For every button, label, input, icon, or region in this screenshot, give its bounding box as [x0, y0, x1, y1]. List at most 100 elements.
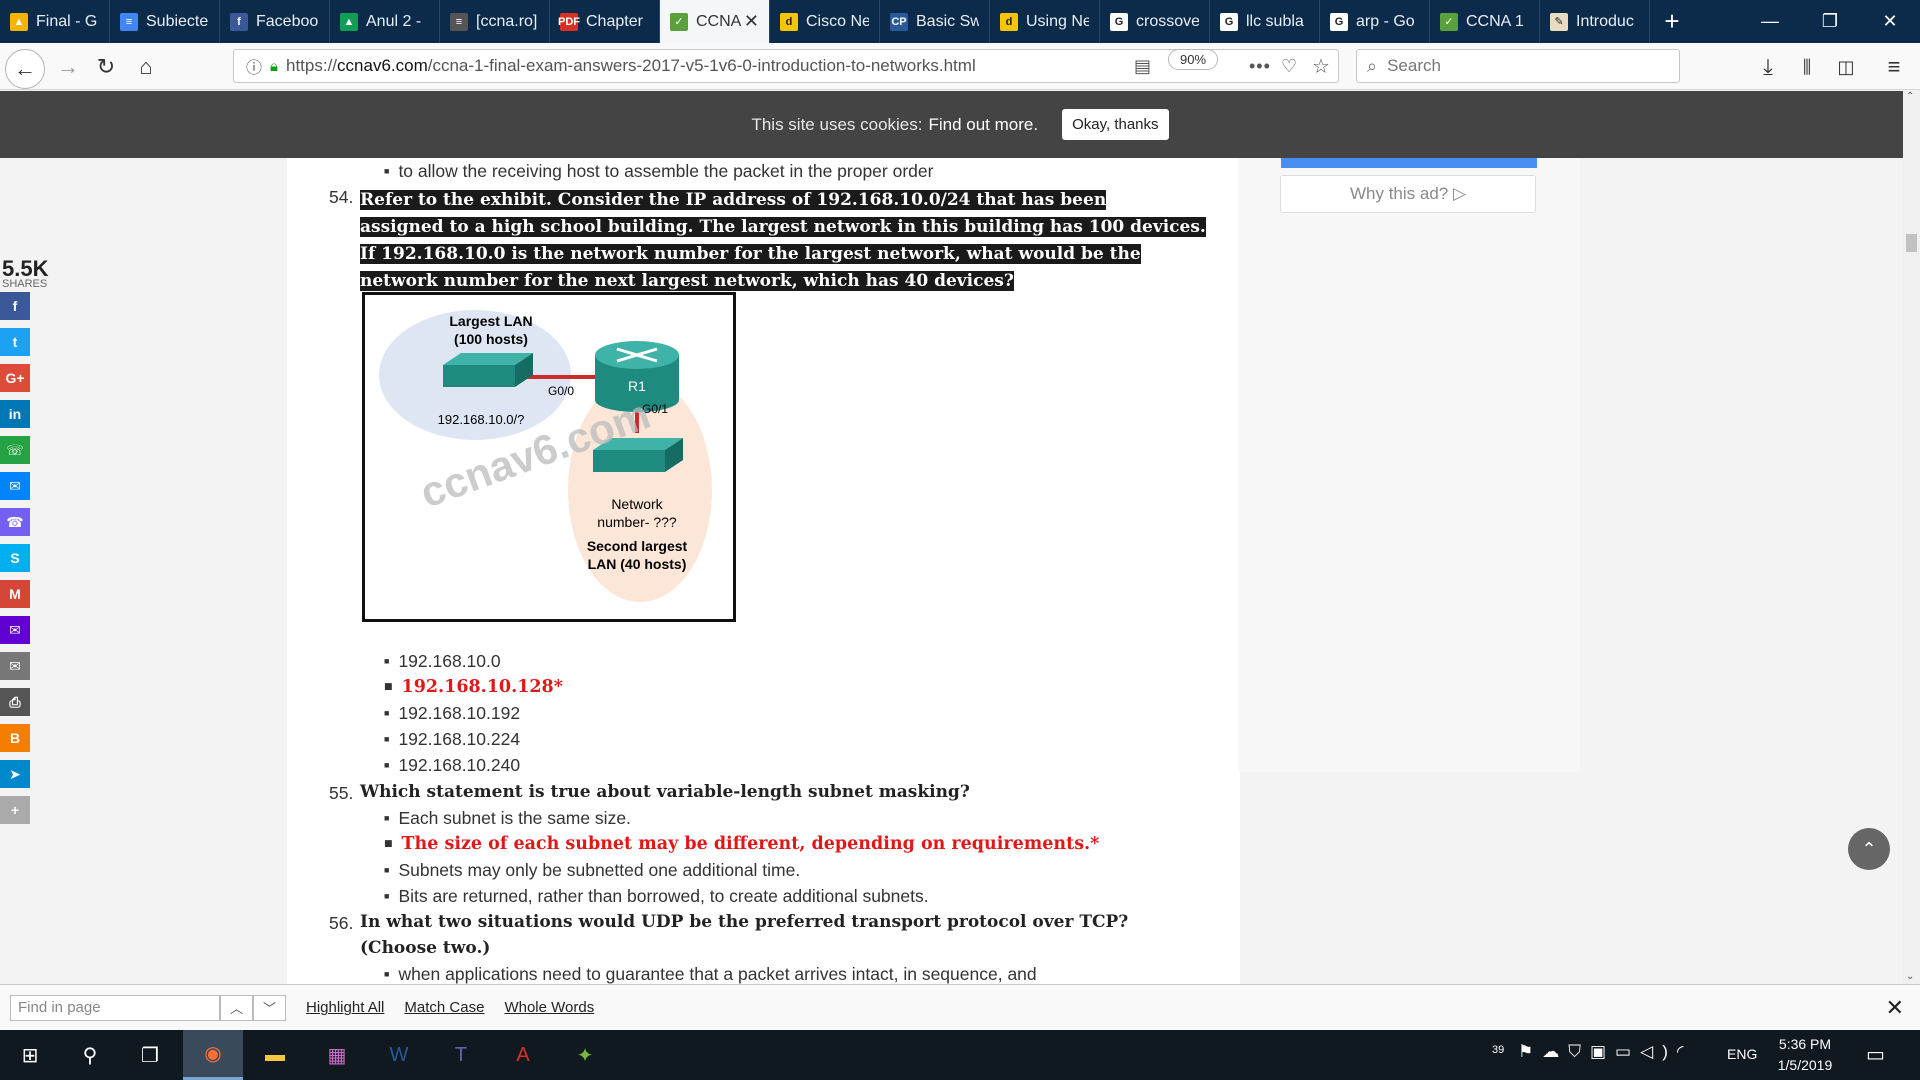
browser-tab[interactable]: Garp - Go	[1320, 0, 1430, 43]
pocket-icon[interactable]: ♡	[1281, 56, 1297, 77]
find-previous-button[interactable]: ︿	[220, 994, 253, 1021]
search-icon: ⌕	[1367, 55, 1378, 76]
match-case-option[interactable]: Match Case	[404, 999, 484, 1016]
home-button[interactable]: ⌂	[130, 51, 162, 83]
language-indicator[interactable]: ENG	[1727, 1046, 1757, 1062]
zoom-level-badge[interactable]: 90%	[1168, 49, 1218, 70]
reader-view-icon[interactable]: ▤	[1134, 56, 1151, 77]
browser-tab[interactable]: CP Basic Sw	[880, 0, 990, 43]
highlight-all-option[interactable]: Highlight All	[306, 999, 384, 1016]
scroll-up-arrow-icon[interactable]: ⌃	[1906, 91, 1914, 102]
share-blogger-button[interactable]: B	[0, 724, 30, 752]
clock[interactable]: 5:36 PM 1/5/2019	[1760, 1034, 1850, 1076]
share-label: SHARES	[2, 278, 48, 290]
search-box[interactable]: ⌕ Search	[1356, 49, 1680, 83]
vertical-scrollbar[interactable]: ⌃ ⌄	[1903, 91, 1920, 984]
scrollbar-thumb[interactable]	[1906, 234, 1917, 252]
why-this-ad-button[interactable]: Why this ad? ▷	[1280, 175, 1536, 213]
browser-tab[interactable]: ▲ Anul 2 -	[330, 0, 440, 43]
notification-center-icon[interactable]: ▭	[1866, 1042, 1885, 1067]
restore-button[interactable]: ❐	[1800, 0, 1860, 43]
share-telegram-button[interactable]: ➤	[0, 760, 30, 788]
menu-icon[interactable]: ≡	[1878, 51, 1910, 83]
browser-tab[interactable]: d Cisco Ne	[770, 0, 880, 43]
library-icon[interactable]: ⫼	[1791, 51, 1823, 83]
browser-tab[interactable]: PDF Chapter	[550, 0, 660, 43]
whole-words-option[interactable]: Whole Words	[504, 999, 594, 1016]
browser-tab[interactable]: d Using Ne	[990, 0, 1100, 43]
scroll-to-top-button[interactable]: ⌃	[1848, 828, 1890, 870]
find-close-icon[interactable]: ✕	[1886, 995, 1904, 1021]
scroll-down-arrow-icon[interactable]: ⌄	[1906, 971, 1914, 982]
question-line: network number for the next largest netw…	[360, 271, 1014, 291]
browser-tab[interactable]: ✓ CCNA ✕	[660, 0, 770, 43]
teams-icon[interactable]: T	[431, 1030, 491, 1080]
info-icon[interactable]: ⓘ	[246, 54, 262, 78]
cookie-accept-button[interactable]: Okay, thanks	[1062, 109, 1169, 140]
new-tab-button[interactable]: +	[1650, 0, 1694, 43]
tab-favicon-icon: ✓	[670, 12, 688, 31]
browser-tab[interactable]: ✓ CCNA 1	[1430, 0, 1540, 43]
ad-button[interactable]	[1281, 158, 1537, 168]
share-facebook-button[interactable]: f	[0, 292, 30, 320]
share-viber-button[interactable]: ☎	[0, 508, 30, 536]
browser-tab[interactable]: ≡ [ccna.ro]	[440, 0, 550, 43]
lan2-title: Second largest	[587, 538, 688, 554]
task-view-icon[interactable]: ❐	[120, 1030, 180, 1080]
forward-button[interactable]: →	[52, 51, 84, 83]
answer-option: Bits are returned, rather than borrowed,…	[384, 886, 928, 907]
share-print-button[interactable]: ⎙	[0, 688, 30, 716]
lan1-network: 192.168.10.0/?	[438, 412, 525, 427]
firefox-taskbar-icon[interactable]: ◉	[183, 1030, 243, 1080]
find-next-button[interactable]: ﹀	[253, 994, 286, 1021]
bookmark-star-icon[interactable]: ☆	[1312, 54, 1330, 79]
acrobat-icon[interactable]: A	[493, 1030, 553, 1080]
word-icon[interactable]: W	[369, 1030, 429, 1080]
cookie-find-out-more-link[interactable]: Find out more.	[928, 115, 1038, 135]
tab-favicon-icon: ▲	[340, 12, 358, 31]
lock-icon: 🔒︎	[270, 57, 278, 75]
question-55-text: Which statement is true about variable-l…	[360, 782, 970, 802]
url-text[interactable]: https://ccnav6.com/ccna-1-final-exam-ans…	[286, 56, 976, 76]
start-button[interactable]: ⊞	[0, 1030, 60, 1080]
back-button[interactable]: ←	[5, 49, 45, 89]
sidebar-icon[interactable]: ◫	[1830, 51, 1862, 83]
share-twitter-button[interactable]: t	[0, 328, 30, 356]
browser-tab[interactable]: ▲ Final - G	[0, 0, 110, 43]
switch-1-icon	[443, 353, 533, 387]
find-input[interactable]: Find in page	[10, 994, 220, 1021]
file-explorer-icon[interactable]: ▬	[245, 1030, 305, 1080]
share-whatsapp-button[interactable]: ☏	[0, 436, 30, 464]
question-56-text-line2: (Choose two.)	[360, 938, 491, 958]
share-google-plus-button[interactable]: G+	[0, 364, 30, 392]
tab-favicon-icon: d	[1000, 12, 1018, 31]
reload-button[interactable]: ↻	[90, 51, 122, 83]
tab-label: Subiecte	[146, 12, 209, 30]
share-linkedin-button[interactable]: in	[0, 400, 30, 428]
share-gmail-button[interactable]: M	[0, 580, 30, 608]
browser-tab[interactable]: ✎ Introduc	[1540, 0, 1650, 43]
close-window-button[interactable]: ✕	[1860, 0, 1920, 43]
winrar-icon[interactable]: ▦	[307, 1030, 367, 1080]
share-email-button[interactable]: ✉	[0, 652, 30, 680]
search-placeholder: Search	[1387, 56, 1441, 75]
tab-label: llc subla	[1246, 12, 1304, 30]
share-messenger-button[interactable]: ✉	[0, 472, 30, 500]
share-skype-button[interactable]: S	[0, 544, 30, 572]
share-yahoo-mail-button[interactable]: ✉	[0, 616, 30, 644]
browser-tab[interactable]: f Faceboo	[220, 0, 330, 43]
tab-close-icon[interactable]: ✕	[744, 11, 759, 32]
system-tray-icons[interactable]: ⚑☁⛉▣▭◁)◜	[1518, 1042, 1692, 1062]
browser-tab[interactable]: Gllc subla	[1210, 0, 1320, 43]
browser-tab[interactable]: Gcrossove	[1100, 0, 1210, 43]
tab-label: [ccna.ro]	[476, 12, 538, 30]
minimize-button[interactable]: —	[1740, 0, 1800, 43]
page-actions-icon[interactable]: •••	[1249, 56, 1271, 77]
answer-option: 192.168.10.192	[384, 703, 520, 724]
packet-tracer-icon[interactable]: ✦	[555, 1030, 615, 1080]
question-line: If 192.168.10.0 is the network number fo…	[360, 244, 1141, 264]
browser-tab[interactable]: ≡ Subiecte	[110, 0, 220, 43]
downloads-icon[interactable]: ⤓	[1752, 51, 1784, 83]
share-more-button[interactable]: +	[0, 796, 30, 824]
search-taskbar-icon[interactable]: ⚲	[60, 1030, 120, 1080]
